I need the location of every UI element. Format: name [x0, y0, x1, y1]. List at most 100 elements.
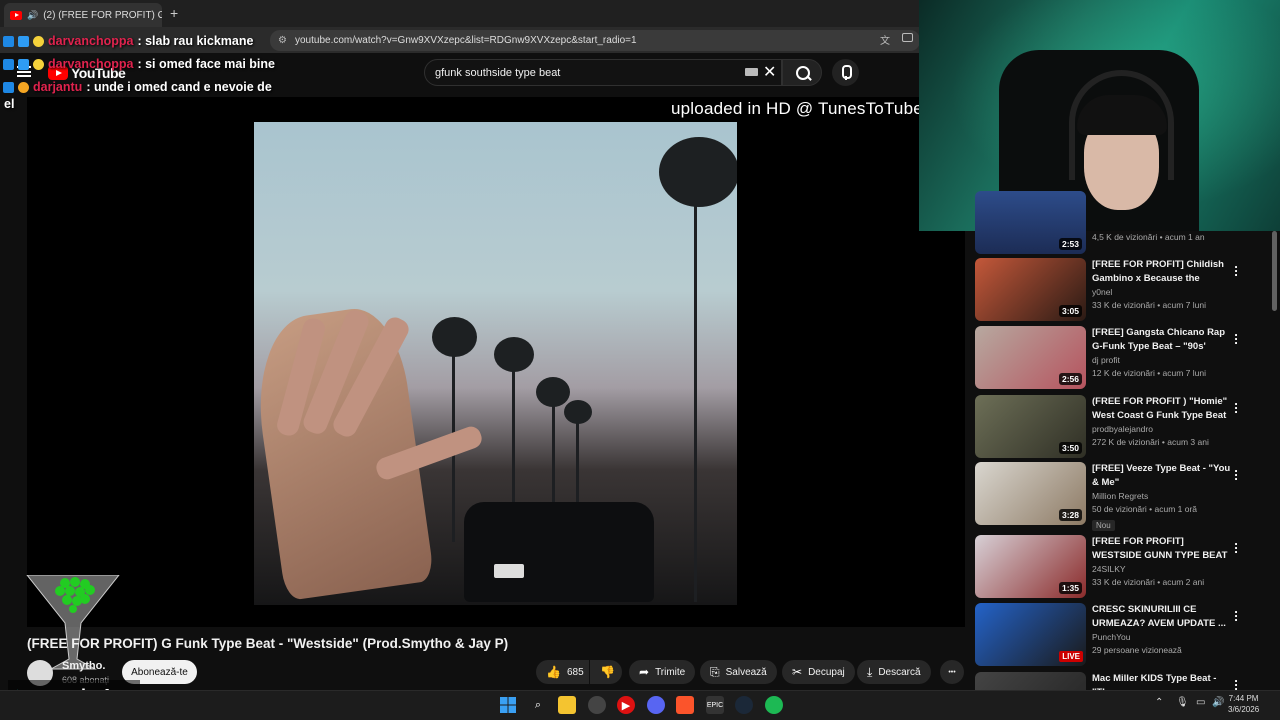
keyboard-icon[interactable]	[745, 68, 758, 76]
clip-button[interactable]: ✂ Decupaj	[782, 660, 855, 684]
clear-search-icon[interactable]: ✕	[763, 62, 776, 82]
download-button[interactable]: ⤓ Descarcă	[857, 660, 931, 684]
duration-badge: 3:05	[1058, 305, 1082, 317]
chat-text: : unde i omed cand e nevoie de	[86, 80, 272, 94]
recommendation-meta: 33 K de vizionări • acum 7 luni	[1092, 300, 1207, 310]
volume-icon[interactable]: 🔊	[1212, 697, 1224, 708]
palm-crown	[494, 337, 534, 372]
tray-chevron-icon[interactable]: ⌃	[1155, 697, 1163, 708]
search-button[interactable]	[782, 59, 822, 86]
palm-crown	[564, 400, 592, 424]
translate-icon[interactable]: 文	[880, 32, 890, 47]
cast-icon[interactable]	[902, 33, 913, 42]
more-actions-button[interactable]: •••	[940, 660, 964, 684]
recommendation-channel[interactable]: y0nel	[1092, 287, 1112, 297]
recommendation-title[interactable]: CRESC SKINURILIII CE URMEAZA? AVEM UPDAT…	[1092, 603, 1232, 630]
save-button[interactable]: ⎘ Salvează	[700, 660, 777, 684]
search-input[interactable]: gfunk southside type beat	[424, 59, 782, 86]
recommendation-channel[interactable]: prodbyalejandro	[1092, 424, 1153, 434]
new-badge: Nou	[1092, 520, 1115, 531]
live-badge: LIVE	[1059, 651, 1083, 662]
bookmark-icon: ⎘	[710, 664, 720, 679]
video-thumbnail[interactable]: 3:28	[975, 462, 1086, 525]
video-thumbnail[interactable]: LIVE	[975, 603, 1086, 666]
badge-icon	[33, 59, 44, 70]
palm-crown	[432, 317, 477, 357]
discord-icon[interactable]	[647, 696, 665, 714]
file-explorer-icon[interactable]	[558, 696, 576, 714]
video-thumbnail[interactable]: 2:53	[975, 191, 1086, 254]
network-icon[interactable]: ▭	[1196, 697, 1205, 708]
more-options-icon[interactable]: ...	[1234, 257, 1238, 278]
like-button[interactable]: 👍 685	[536, 660, 589, 684]
video-frame[interactable]	[254, 122, 737, 605]
sidebar-scrollbar[interactable]	[1272, 231, 1277, 311]
more-options-icon[interactable]: ...	[1234, 534, 1238, 555]
more-options-icon[interactable]: ...	[1234, 602, 1238, 623]
palm-crown	[659, 137, 737, 207]
search-icon[interactable]: ⌕	[529, 696, 547, 714]
video-thumbnail[interactable]: 3:50	[975, 395, 1086, 458]
recommendation-title[interactable]: [FREE] Veeze Type Beat - "You & Me"	[1092, 462, 1232, 489]
chat-username: darvanchoppa	[48, 34, 134, 48]
spotify-icon[interactable]	[765, 696, 783, 714]
recommendation-title[interactable]: [FREE] Gangsta Chicano Rap G-Funk Type B…	[1092, 326, 1232, 353]
chat-message: darjantu : unde i omed cand e nevoie de	[3, 76, 279, 99]
steam-icon[interactable]	[735, 696, 753, 714]
dislike-button[interactable]: 👎	[590, 660, 622, 684]
car	[464, 502, 654, 602]
speaker-icon[interactable]: 🔊	[27, 10, 38, 21]
brave-icon[interactable]	[676, 696, 694, 714]
recommendation-channel[interactable]: PunchYou	[1092, 632, 1130, 642]
clock-time: 7:44 PM	[1228, 694, 1259, 703]
recommendation-channel[interactable]: 24SILKY	[1092, 564, 1126, 574]
video-thumbnail[interactable]: 1:35	[975, 535, 1086, 598]
chrome-icon[interactable]	[588, 696, 606, 714]
channel-name[interactable]: Smytho.	[62, 660, 105, 672]
more-options-icon[interactable]: ...	[1234, 394, 1238, 415]
video-thumbnail[interactable]: 3:05	[975, 258, 1086, 321]
microphone-icon[interactable]: 🎙	[1176, 697, 1189, 708]
recommendation-channel[interactable]: dj profit	[1092, 355, 1120, 365]
recommendation-meta: 50 de vizionări • acum 1 oră	[1092, 504, 1198, 514]
browser-tab[interactable]: 🔊 (2) (FREE FOR PROFIT) G Funk ×	[4, 3, 162, 27]
recommendation-channel[interactable]: Million Regrets	[1092, 491, 1148, 501]
recommendation-meta: 272 K de vizionări • acum 3 ani	[1092, 437, 1209, 447]
clip-label: Decupaj	[808, 666, 845, 678]
recommendation-title[interactable]: (FREE FOR PROFIT ) "Homie" West Coast G …	[1092, 395, 1232, 422]
badge-icon	[18, 59, 29, 70]
voice-search-button[interactable]	[832, 59, 859, 86]
youtube-music-icon[interactable]: ▶	[617, 696, 635, 714]
url-text: youtube.com/watch?v=Gnw9XVXzepc&list=RDG…	[295, 35, 637, 46]
more-options-icon[interactable]: ...	[1234, 325, 1238, 346]
recommendation-title[interactable]: [FREE FOR PROFIT] Childish Gambino x Bec…	[1092, 258, 1232, 285]
cup-icon	[26, 575, 120, 670]
badge-icon	[18, 82, 29, 93]
new-tab-button[interactable]: +	[170, 5, 178, 21]
more-options-icon[interactable]: ...	[1234, 461, 1238, 482]
thumbs-up-icon: 👍	[546, 665, 561, 679]
download-label: Descarcă	[878, 666, 921, 678]
clock-date: 3/6/2026	[1228, 705, 1260, 714]
address-bar[interactable]: ⚙ youtube.com/watch?v=Gnw9XVXzepc&list=R…	[270, 30, 920, 51]
like-count: 685	[566, 666, 584, 678]
video-thumbnail[interactable]: 2:56	[975, 326, 1086, 389]
windows-start-icon[interactable]	[499, 696, 517, 714]
chat-message: darvanchoppa : slab rau kickmane	[3, 30, 279, 53]
chat-username: darjantu	[33, 80, 83, 94]
taskbar-clock[interactable]: 7:44 PM 3/6/2026	[1228, 693, 1259, 715]
youtube-favicon-icon	[10, 10, 22, 20]
duration-badge: 2:53	[1058, 238, 1082, 250]
recommendation-title[interactable]: [FREE FOR PROFIT] WESTSIDE GUNN TYPE BEA…	[1092, 535, 1232, 562]
recommendation-meta: 29 persoane vizionează	[1092, 645, 1182, 655]
palm-tree	[694, 152, 697, 602]
thumbs-down-icon: 👎	[600, 665, 615, 679]
share-button[interactable]: ➦ Trimite	[629, 660, 696, 684]
more-options-icon[interactable]: ...	[1234, 671, 1238, 692]
video-watermark: uploaded in HD @ TunesToTube	[671, 99, 923, 118]
chat-username: darvanchoppa	[48, 57, 134, 71]
webcam-overlay	[919, 0, 1280, 231]
streamer-cap	[1077, 95, 1167, 135]
site-info-icon[interactable]: ⚙	[278, 35, 287, 46]
epic-games-icon[interactable]: EPIC	[706, 696, 724, 714]
